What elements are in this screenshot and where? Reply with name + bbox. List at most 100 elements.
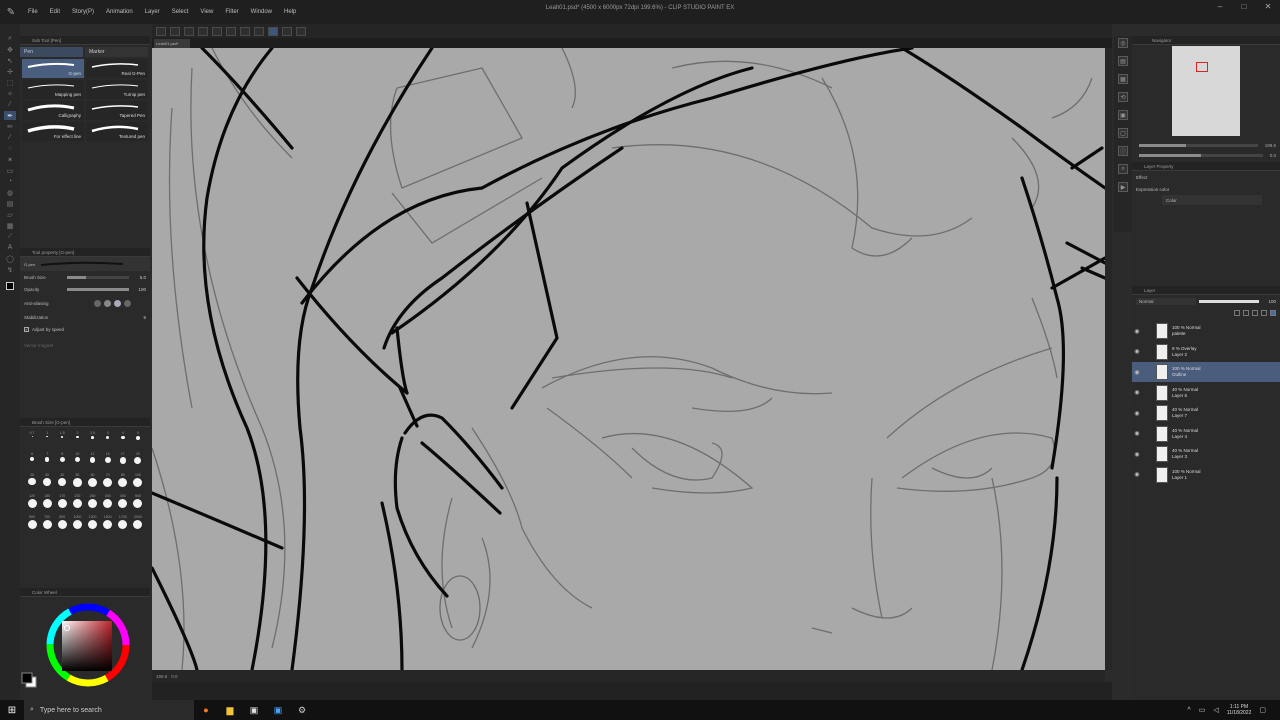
- layer-row[interactable]: ◉ 40 % Normal Layer 3: [1132, 444, 1280, 464]
- brush-size-row[interactable]: Brush Size 5.0: [20, 271, 150, 283]
- layer-row[interactable]: ◉ 9 % Overlay Layer 2: [1132, 342, 1280, 362]
- brush-size-preset[interactable]: 0.7: [26, 431, 38, 449]
- visibility-eye-icon[interactable]: ◉: [1132, 389, 1142, 396]
- anti-aliasing-row[interactable]: Anti-aliasing: [20, 295, 150, 311]
- anti-aliasing-none-icon[interactable]: [94, 299, 101, 307]
- brush-size-preset[interactable]: 17: [117, 452, 129, 470]
- notification-icon[interactable]: ▢: [1259, 706, 1266, 714]
- selection-tool-icon[interactable]: ⬚: [4, 78, 16, 87]
- lock-transparent-icon[interactable]: [1261, 310, 1267, 316]
- opacity-row[interactable]: Opacity 100: [20, 283, 150, 295]
- frame-tool-icon[interactable]: ▦: [4, 221, 16, 230]
- opacity-value[interactable]: 100: [132, 287, 146, 292]
- brush-size-preset[interactable]: 1700: [117, 515, 129, 533]
- brush-for-effect-line[interactable]: For effect line: [22, 122, 84, 141]
- brush-size-preset[interactable]: 100: [132, 473, 144, 491]
- menu-select[interactable]: Select: [166, 9, 195, 15]
- auto-select-tool-icon[interactable]: ✧: [4, 89, 16, 98]
- canvas-zoom-value[interactable]: 199.6: [156, 674, 167, 679]
- brush-tapered-pen[interactable]: Tapered Pen: [86, 101, 148, 120]
- operation-tool-icon[interactable]: ↖: [4, 56, 16, 65]
- layer-opacity-slider[interactable]: [1199, 299, 1259, 303]
- menu-edit[interactable]: Edit: [44, 9, 66, 15]
- eraser-tool-icon[interactable]: ▭: [4, 166, 16, 175]
- blend-tool-icon[interactable]: ◔: [4, 177, 16, 186]
- sub-view-panel-icon[interactable]: ▢: [1118, 128, 1128, 138]
- layer-row[interactable]: ◉ 100 % Normal palette: [1132, 321, 1280, 341]
- new-file-icon[interactable]: [156, 26, 166, 36]
- history-panel-icon[interactable]: ⟲: [1118, 92, 1128, 102]
- lock-layer-icon[interactable]: [1252, 310, 1258, 316]
- brush-tool-icon[interactable]: ⁄: [4, 133, 16, 142]
- brush-size-preset[interactable]: 150: [41, 494, 53, 512]
- brush-size-preset[interactable]: 120: [26, 494, 38, 512]
- brush-size-preset[interactable]: 700: [41, 515, 53, 533]
- menu-view[interactable]: View: [194, 9, 219, 15]
- brush-g-pen[interactable]: G-pen: [22, 59, 84, 78]
- ruler-tool-icon[interactable]: ⟋: [4, 232, 16, 241]
- stabilization-slider[interactable]: [67, 316, 129, 319]
- navigator-panel-icon[interactable]: ◎: [1118, 38, 1128, 48]
- brush-size-preset[interactable]: 25: [26, 473, 38, 491]
- visibility-eye-icon[interactable]: ◉: [1132, 430, 1142, 437]
- brush-size-preset[interactable]: 800: [56, 515, 68, 533]
- brush-real-g-pen[interactable]: Real G-Pen: [86, 59, 148, 78]
- vector-magnet-row[interactable]: Vector magnet: [20, 339, 150, 351]
- brush-size-preset[interactable]: 4: [117, 431, 129, 449]
- clip-studio-icon[interactable]: ▣: [242, 700, 266, 720]
- file-explorer-icon[interactable]: ▆: [218, 700, 242, 720]
- layer-row[interactable]: ◉ 40 % Normal Layer 7: [1132, 403, 1280, 423]
- mask-layer-icon[interactable]: [1270, 310, 1276, 316]
- brush-mapping-pen[interactable]: Mapping pen: [22, 80, 84, 99]
- brush-calligraphy[interactable]: Calligraphy: [22, 101, 84, 120]
- brush-size-preset[interactable]: 170: [56, 494, 68, 512]
- layer-opacity-value[interactable]: 100: [1262, 299, 1276, 304]
- brush-size-preset[interactable]: 50: [71, 473, 83, 491]
- opacity-slider[interactable]: [67, 287, 129, 291]
- visibility-eye-icon[interactable]: ◉: [1132, 369, 1142, 376]
- anti-aliasing-medium-icon[interactable]: [114, 299, 121, 307]
- layer-row[interactable]: ◉ 40 % Normal Layer 4: [1132, 424, 1280, 444]
- brush-size-preset[interactable]: 1500: [102, 515, 114, 533]
- tab-marker[interactable]: Marker: [85, 47, 148, 57]
- search-layer-panel-icon[interactable]: ⌕: [1118, 164, 1128, 174]
- brush-size-preset[interactable]: 20: [132, 452, 144, 470]
- zoom-tool-icon[interactable]: ⌕: [4, 34, 16, 43]
- brush-size-preset[interactable]: 2.5: [87, 431, 99, 449]
- layer-row[interactable]: ◉ 100 % Normal Layer 1: [1132, 465, 1280, 485]
- snap-ruler-icon[interactable]: [268, 26, 278, 36]
- taskbar-search-box[interactable]: ⌕ Type here to search: [24, 700, 194, 720]
- menu-animation[interactable]: Animation: [100, 9, 139, 15]
- fill-tool-icon[interactable]: ◍: [4, 188, 16, 197]
- tab-pen[interactable]: Pen: [20, 47, 83, 57]
- snap-point-icon[interactable]: [296, 26, 306, 36]
- minimize-icon[interactable]: –: [1208, 0, 1232, 12]
- move-layer-tool-icon[interactable]: ✢: [4, 67, 16, 76]
- firefox-icon[interactable]: ●: [194, 700, 218, 720]
- text-tool-icon[interactable]: A: [4, 243, 16, 252]
- airbrush-tool-icon[interactable]: ◌: [4, 144, 16, 153]
- layer-property-panel-icon[interactable]: ▤: [1118, 56, 1128, 66]
- brush-size-preset[interactable]: 10: [71, 452, 83, 470]
- correct-line-tool-icon[interactable]: ↯: [4, 265, 16, 274]
- menu-filter[interactable]: Filter: [219, 9, 244, 15]
- redo-icon[interactable]: [212, 26, 222, 36]
- color-wheel[interactable]: [20, 597, 150, 697]
- brush-turnip-pen[interactable]: Turnip pen: [86, 80, 148, 99]
- blend-mode-select[interactable]: Normal: [1136, 297, 1196, 305]
- move-tool-icon[interactable]: ✥: [4, 45, 16, 54]
- undo-icon[interactable]: [198, 26, 208, 36]
- brush-size-preset[interactable]: 80: [117, 473, 129, 491]
- canvas-horizontal-scrollbar[interactable]: 199.6 0.0: [152, 670, 1105, 682]
- open-file-icon[interactable]: [170, 26, 180, 36]
- visibility-eye-icon[interactable]: ◉: [1132, 471, 1142, 478]
- color-set-panel-icon[interactable]: ▦: [1118, 74, 1128, 84]
- menu-file[interactable]: File: [22, 9, 44, 15]
- figure-tool-icon[interactable]: ▱: [4, 210, 16, 219]
- settings-icon[interactable]: ⚙: [290, 700, 314, 720]
- save-icon[interactable]: [184, 26, 194, 36]
- anti-aliasing-weak-icon[interactable]: [104, 299, 111, 307]
- brush-size-preset[interactable]: 30: [41, 473, 53, 491]
- brush-size-preset[interactable]: 250: [87, 494, 99, 512]
- navigator-zoom-value[interactable]: 199.6: [1265, 143, 1276, 148]
